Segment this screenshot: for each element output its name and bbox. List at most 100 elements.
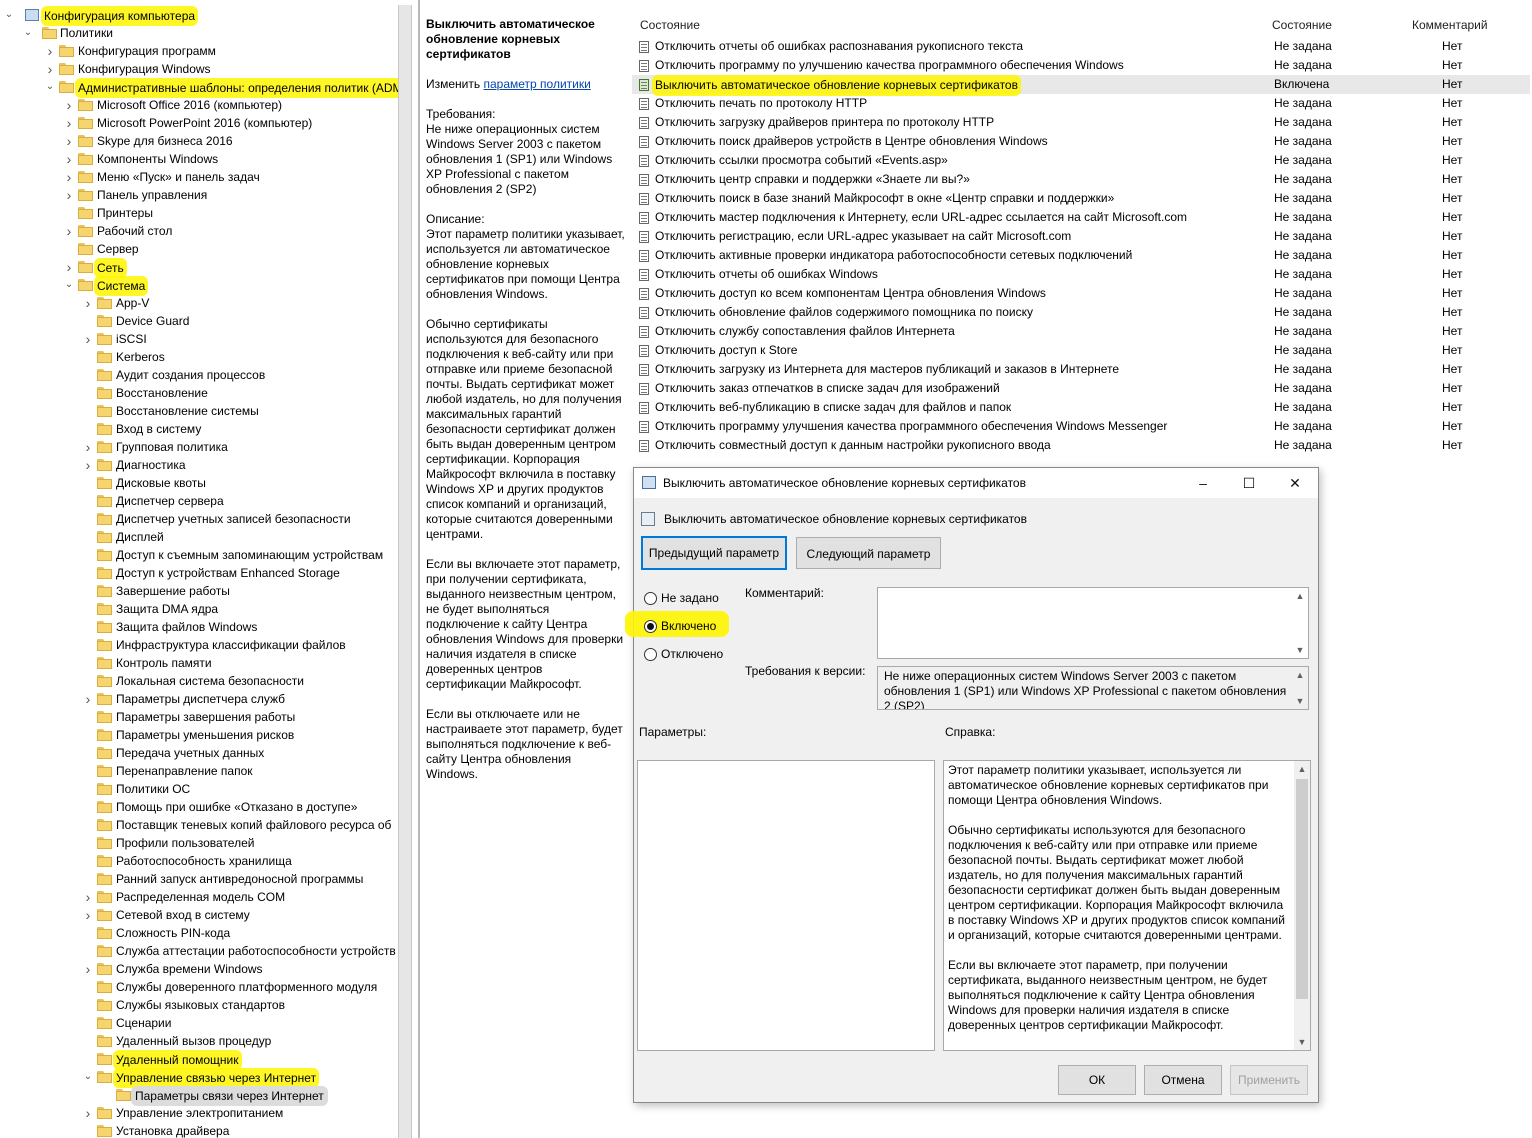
- table-row[interactable]: Отключить активные проверки индикатора р…: [632, 246, 1530, 265]
- tree-item[interactable]: › Сетевой вход в систему: [4, 906, 394, 924]
- maximize-icon[interactable]: ☐: [1226, 468, 1272, 498]
- tree-item[interactable]: › Конфигурация программ: [4, 42, 394, 60]
- tree-item[interactable]: Политики ОС: [4, 780, 394, 798]
- tree-item[interactable]: ⌄ Управление связью через Интернет: [4, 1068, 394, 1088]
- next-setting-button[interactable]: Следующий параметр: [796, 537, 941, 569]
- table-row[interactable]: Отключить загрузку из Интернета для маст…: [632, 360, 1530, 379]
- table-row[interactable]: Отключить отчеты об ошибках распознавани…: [632, 37, 1530, 56]
- chevron-right-icon[interactable]: ›: [83, 960, 93, 978]
- tree-item[interactable]: Завершение работы: [4, 582, 394, 600]
- chevron-right-icon[interactable]: ›: [83, 690, 93, 708]
- table-row[interactable]: Отключить службу сопоставления файлов Ин…: [632, 322, 1530, 341]
- version-requirements-box[interactable]: Не ниже операционных систем Windows Serv…: [877, 666, 1309, 710]
- tree-root[interactable]: ⌄ Конфигурация компьютера: [4, 6, 394, 26]
- tree-item[interactable]: › Групповая политика: [4, 438, 394, 456]
- column-header-name[interactable]: Состояние: [640, 16, 700, 34]
- tree-item[interactable]: Kerberos: [4, 348, 394, 366]
- previous-setting-button[interactable]: Предыдущий параметр: [641, 536, 787, 570]
- comment-scrollbar[interactable]: ▲ ▼: [1292, 588, 1308, 658]
- tree-item[interactable]: Сервер: [4, 240, 394, 258]
- tree-item[interactable]: Локальная система безопасности: [4, 672, 394, 690]
- chevron-right-icon[interactable]: ›: [64, 150, 74, 168]
- tree-item[interactable]: Службы языковых стандартов: [4, 996, 394, 1014]
- scroll-down-icon[interactable]: ▼: [1294, 1034, 1310, 1050]
- tree-item[interactable]: Службы доверенного платформенного модуля: [4, 978, 394, 996]
- table-row[interactable]: Отключить программу по улучшению качеств…: [632, 56, 1530, 75]
- comment-textarea[interactable]: ▲ ▼: [877, 587, 1309, 659]
- tree-item[interactable]: › Панель управления: [4, 186, 394, 204]
- tree-item[interactable]: Параметры уменьшения рисков: [4, 726, 394, 744]
- tree-item[interactable]: Контроль памяти: [4, 654, 394, 672]
- tree-item[interactable]: Передача учетных данных: [4, 744, 394, 762]
- chevron-down-icon[interactable]: ⌄: [45, 78, 55, 96]
- table-row[interactable]: Отключить веб-публикацию в списке задач …: [632, 398, 1530, 417]
- scroll-up-icon[interactable]: ▲: [1294, 761, 1310, 777]
- chevron-down-icon[interactable]: ⌄: [4, 6, 14, 24]
- scroll-up-icon[interactable]: ▲: [1292, 588, 1308, 604]
- radio-enabled-label[interactable]: Включено: [661, 619, 716, 633]
- tree-item[interactable]: Аудит создания процессов: [4, 366, 394, 384]
- tree-item[interactable]: Удаленный вызов процедур: [4, 1032, 394, 1050]
- tree-item[interactable]: › Управление электропитанием: [4, 1104, 394, 1122]
- table-row[interactable]: Отключить отчеты об ошибках Windows Не за…: [632, 265, 1530, 284]
- table-row[interactable]: Отключить загрузку драйверов принтера по…: [632, 113, 1530, 132]
- apply-button[interactable]: Применить: [1230, 1065, 1308, 1095]
- tree-item[interactable]: Удаленный помощник: [4, 1050, 394, 1070]
- radio-disabled-label[interactable]: Отключено: [661, 647, 723, 661]
- column-header-state[interactable]: Состояние: [1272, 16, 1332, 34]
- tree-item[interactable]: Диспетчер сервера: [4, 492, 394, 510]
- tree-item[interactable]: Вход в систему: [4, 420, 394, 438]
- tree-item[interactable]: › Рабочий стол: [4, 222, 394, 240]
- chevron-right-icon[interactable]: ›: [64, 168, 74, 186]
- chevron-right-icon[interactable]: ›: [83, 888, 93, 906]
- tree-item[interactable]: › Служба времени Windows: [4, 960, 394, 978]
- table-row[interactable]: Выключить автоматическое обновление корн…: [632, 75, 1530, 96]
- chevron-down-icon[interactable]: ⌄: [64, 276, 74, 294]
- tree-item[interactable]: › Меню «Пуск» и панель задач: [4, 168, 394, 186]
- tree-item[interactable]: › Компоненты Windows: [4, 150, 394, 168]
- tree-item[interactable]: Восстановление: [4, 384, 394, 402]
- tree-item[interactable]: Дисплей: [4, 528, 394, 546]
- tree-item[interactable]: ⌄ Административные шаблоны: определения п…: [4, 78, 398, 98]
- tree-item[interactable]: Защита DMA ядра: [4, 600, 394, 618]
- table-row[interactable]: Отключить поиск в базе знаний Майкрософт…: [632, 189, 1530, 208]
- table-row[interactable]: Отключить доступ к Store Не задана Нет: [632, 341, 1530, 360]
- tree-item[interactable]: Ранний запуск антивредоносной программы: [4, 870, 394, 888]
- help-scrollbar[interactable]: ▲ ▼: [1294, 761, 1310, 1050]
- chevron-right-icon[interactable]: ›: [83, 294, 93, 312]
- tree-item[interactable]: › Распределенная модель COM: [4, 888, 394, 906]
- tree-item[interactable]: › Microsoft Office 2016 (компьютер): [4, 96, 394, 114]
- tree-item[interactable]: › Диагностика: [4, 456, 394, 474]
- tree-item[interactable]: Перенаправление папок: [4, 762, 394, 780]
- tree-item[interactable]: Служба аттестации работоспособности устр…: [4, 942, 396, 960]
- radio-disabled[interactable]: [644, 648, 657, 661]
- table-row[interactable]: Отключить ссылки просмотра событий «Even…: [632, 151, 1530, 170]
- tree-item[interactable]: Параметры связи через Интернет: [4, 1086, 394, 1106]
- tree-item[interactable]: Параметры завершения работы: [4, 708, 394, 726]
- tree-item[interactable]: › App-V: [4, 294, 394, 312]
- tree-item[interactable]: Device Guard: [4, 312, 394, 330]
- chevron-right-icon[interactable]: ›: [64, 258, 74, 276]
- table-row[interactable]: Отключить мастер подключения к Интернету…: [632, 208, 1530, 227]
- scroll-up-icon[interactable]: ▲: [1292, 667, 1308, 683]
- table-row[interactable]: Отключить регистрацию, если URL-адрес ук…: [632, 227, 1530, 246]
- tree-item[interactable]: › Сеть: [4, 258, 394, 278]
- table-row[interactable]: Отключить поиск драйверов устройств в Це…: [632, 132, 1530, 151]
- tree-item[interactable]: ⌄ Система: [4, 276, 394, 296]
- table-row[interactable]: Отключить программу улучшения качества п…: [632, 417, 1530, 436]
- tree-item[interactable]: › Конфигурация Windows: [4, 60, 394, 78]
- radio-not-configured[interactable]: [644, 592, 657, 605]
- close-icon[interactable]: ✕: [1272, 468, 1318, 498]
- chevron-right-icon[interactable]: ›: [83, 438, 93, 456]
- chevron-right-icon[interactable]: ›: [83, 456, 93, 474]
- chevron-down-icon[interactable]: ⌄: [23, 24, 33, 42]
- tree-item[interactable]: › Skype для бизнеса 2016: [4, 132, 394, 150]
- tree-policies[interactable]: ⌄ Политики: [4, 24, 394, 42]
- chevron-right-icon[interactable]: ›: [45, 60, 55, 78]
- tree-item[interactable]: Доступ к устройствам Enhanced Storage: [4, 564, 394, 582]
- chevron-right-icon[interactable]: ›: [64, 222, 74, 240]
- ok-button[interactable]: ОК: [1058, 1065, 1136, 1095]
- help-scroll-thumb[interactable]: [1296, 779, 1308, 999]
- chevron-right-icon[interactable]: ›: [64, 186, 74, 204]
- table-row[interactable]: Отключить совместный доступ к данным нас…: [632, 436, 1530, 455]
